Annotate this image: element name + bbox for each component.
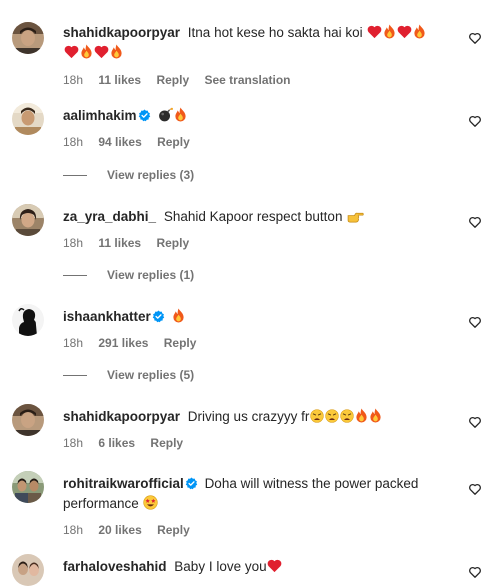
- replies-divider: [63, 374, 87, 376]
- comments-list: shahidkapoorpyar Itna hot kese ho sakta …: [0, 0, 490, 586]
- view-replies-label[interactable]: View replies (5): [107, 368, 194, 382]
- comment-body: shahidkapoorpyar Driving us crazyyy fr 1…: [63, 408, 450, 450]
- red-heart-emoji: [367, 25, 382, 44]
- verified-badge-icon: [185, 477, 198, 495]
- like-heart-icon[interactable]: [468, 215, 482, 229]
- avatar[interactable]: [12, 471, 44, 503]
- red-heart-emoji: [267, 559, 282, 578]
- comment-body: aalimhakim 18h 94 likes Reply: [63, 107, 450, 149]
- comment-username[interactable]: ishaankhatter: [63, 309, 151, 324]
- bomb-emoji: [158, 107, 173, 127]
- avatar[interactable]: [12, 204, 44, 236]
- comment-text: za_yra_dabhi_ Shahid Kapoor respect butt…: [63, 208, 450, 228]
- red-heart-emoji: [94, 45, 109, 64]
- comment-message: Shahid Kapoor respect button: [163, 209, 343, 224]
- see-translation-button[interactable]: See translation: [204, 73, 290, 87]
- comment-likes[interactable]: 11 likes: [98, 73, 141, 87]
- weary-face-emoji: [310, 409, 324, 428]
- replies-divider: [63, 174, 87, 176]
- comment-body: za_yra_dabhi_ Shahid Kapoor respect butt…: [63, 208, 450, 250]
- comment-likes[interactable]: 6 likes: [98, 436, 135, 450]
- comment-username[interactable]: farhaloveshahid: [63, 559, 167, 574]
- comment-text: ishaankhatter: [63, 308, 450, 328]
- comment-text: rohitraikwarofficial Doha will witness t…: [63, 475, 450, 515]
- comment-likes[interactable]: 20 likes: [98, 523, 141, 537]
- replies-divider: [63, 274, 87, 276]
- comment-meta: 18h 6 likes Reply: [63, 436, 450, 450]
- comment-text: aalimhakim: [63, 107, 450, 127]
- comment-likes[interactable]: 94 likes: [98, 135, 141, 149]
- view-replies-label[interactable]: View replies (1): [107, 268, 194, 282]
- reply-button[interactable]: Reply: [156, 73, 189, 87]
- reply-button[interactable]: Reply: [156, 236, 189, 250]
- comment-meta: 18h 94 likes Reply: [63, 135, 450, 149]
- comment-username[interactable]: aalimhakim: [63, 108, 137, 123]
- comment-time[interactable]: 18h: [63, 236, 83, 250]
- comment-meta: 18h 20 likes Reply: [63, 523, 450, 537]
- avatar[interactable]: [12, 554, 44, 586]
- like-heart-icon[interactable]: [468, 114, 482, 128]
- comment-username[interactable]: shahidkapoorpyar: [63, 409, 180, 424]
- avatar[interactable]: [12, 22, 44, 54]
- fire-emoji: [174, 107, 187, 127]
- verified-badge-icon: [152, 310, 165, 328]
- comment-username[interactable]: rohitraikwarofficial: [63, 476, 184, 491]
- like-heart-icon[interactable]: [468, 315, 482, 329]
- like-heart-icon[interactable]: [468, 482, 482, 496]
- reply-button[interactable]: Reply: [157, 135, 190, 149]
- comment-text: shahidkapoorpyar Driving us crazyyy fr: [63, 408, 450, 428]
- fire-emoji: [413, 24, 426, 44]
- comment-message: Driving us crazyyy fr: [187, 409, 310, 424]
- fire-emoji: [383, 24, 396, 44]
- view-replies-button[interactable]: View replies (5): [63, 368, 194, 382]
- pointing-hand-emoji: [347, 210, 364, 228]
- comment-meta: 18h 11 likes Reply See translation: [63, 73, 450, 87]
- comment-time[interactable]: 18h: [63, 523, 83, 537]
- reply-button[interactable]: Reply: [157, 523, 190, 537]
- view-replies-button[interactable]: View replies (3): [63, 168, 194, 182]
- like-heart-icon[interactable]: [468, 415, 482, 429]
- comment-body: ishaankhatter 18h 291 likes Reply: [63, 308, 450, 350]
- avatar[interactable]: [12, 103, 44, 135]
- red-heart-emoji: [397, 25, 412, 44]
- weary-face-emoji: [340, 409, 354, 428]
- comment-body: rohitraikwarofficial Doha will witness t…: [63, 475, 450, 537]
- comment-time[interactable]: 18h: [63, 336, 83, 350]
- avatar[interactable]: [12, 304, 44, 336]
- view-replies-button[interactable]: View replies (1): [63, 268, 194, 282]
- comment-body: shahidkapoorpyar Itna hot kese ho sakta …: [63, 24, 450, 87]
- reply-button[interactable]: Reply: [150, 436, 183, 450]
- like-heart-icon[interactable]: [468, 31, 482, 45]
- like-heart-icon[interactable]: [468, 565, 482, 579]
- comment-likes[interactable]: 11 likes: [98, 236, 141, 250]
- comment-time[interactable]: 18h: [63, 73, 83, 87]
- comment-body: farhaloveshahid Baby I love you: [63, 558, 450, 578]
- fire-emoji: [110, 44, 123, 64]
- comment-username[interactable]: za_yra_dabhi_: [63, 209, 156, 224]
- fire-emoji: [80, 44, 93, 64]
- comment-message: Itna hot kese ho sakta hai koi: [187, 25, 363, 40]
- verified-badge-icon: [138, 109, 151, 127]
- comment-meta: 18h 11 likes Reply: [63, 236, 450, 250]
- comment-time[interactable]: 18h: [63, 436, 83, 450]
- comment-message: Baby I love you: [174, 559, 267, 574]
- red-heart-emoji: [64, 45, 79, 64]
- comment-username[interactable]: shahidkapoorpyar: [63, 25, 180, 40]
- comment-meta: 18h 291 likes Reply: [63, 336, 450, 350]
- comment-text: shahidkapoorpyar Itna hot kese ho sakta …: [63, 24, 450, 64]
- view-replies-label[interactable]: View replies (3): [107, 168, 194, 182]
- weary-face-emoji: [325, 409, 339, 428]
- fire-emoji: [172, 308, 185, 328]
- reply-button[interactable]: Reply: [164, 336, 197, 350]
- comment-time[interactable]: 18h: [63, 135, 83, 149]
- fire-emoji: [355, 408, 368, 428]
- comment-likes[interactable]: 291 likes: [98, 336, 148, 350]
- comment-text: farhaloveshahid Baby I love you: [63, 558, 450, 578]
- fire-emoji: [369, 408, 382, 428]
- star-struck-emoji: [143, 495, 158, 515]
- avatar[interactable]: [12, 404, 44, 436]
